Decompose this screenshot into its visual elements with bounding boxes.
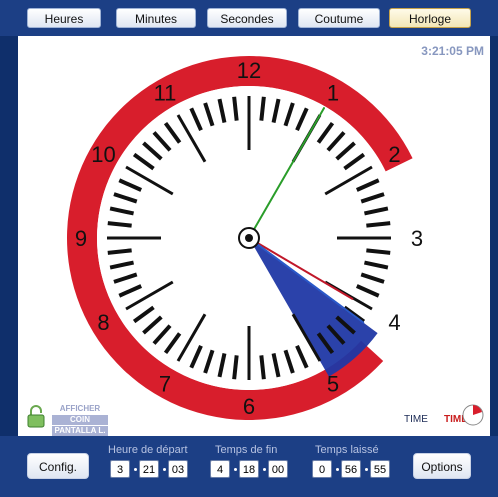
time-left-label: Temps laissé — [315, 444, 379, 456]
clock-stage: 3:21:05 PM 12 1 2 3 4 5 6 7 8 9 10 11 AFFICHER COIN… — [18, 36, 490, 436]
left-hours-field[interactable]: 0 — [312, 460, 332, 478]
time-timer-logo: TIME TIMER — [404, 404, 484, 436]
brand-part1: TIME — [404, 414, 428, 425]
start-seconds-field[interactable]: 03 — [168, 460, 188, 478]
minute-tick — [107, 221, 132, 228]
dial-number: 7 — [159, 371, 171, 396]
brand-clock-icon — [462, 404, 484, 426]
hub-center — [245, 234, 253, 242]
minute-tick — [259, 96, 266, 121]
tab-seconds[interactable]: Secondes — [207, 8, 287, 28]
dial-number: 6 — [243, 394, 255, 419]
tab-hours[interactable]: Heures — [27, 8, 101, 28]
dial-number: 12 — [237, 58, 261, 83]
minute-tick — [232, 355, 239, 380]
dial-number: 2 — [388, 142, 400, 167]
tab-custom[interactable]: Coutume — [298, 8, 380, 28]
end-hours-field[interactable]: 4 — [210, 460, 230, 478]
dial-number: 8 — [97, 310, 109, 335]
minute-tick — [366, 248, 391, 255]
dial-number: 5 — [327, 371, 339, 396]
lock-icon[interactable] — [26, 405, 46, 429]
tab-minutes[interactable]: Minutes — [116, 8, 196, 28]
minute-tick — [232, 96, 239, 121]
analog-clock: 121234567891011 — [67, 56, 423, 421]
lock-label-line3: PANTALLA L. — [52, 426, 108, 436]
end-seconds-field[interactable]: 00 — [268, 460, 288, 478]
dial-number: 1 — [327, 81, 339, 106]
timer-controls: Config. Heure de départ 3 21 03 Temps de… — [0, 436, 498, 497]
mode-tabs: Heures Minutes Secondes Coutume Horloge — [0, 0, 498, 36]
start-minutes-field[interactable]: 21 — [139, 460, 159, 478]
dial-number: 9 — [75, 226, 87, 251]
minute-tick — [259, 355, 266, 380]
dial-number: 4 — [388, 310, 400, 335]
separator-dot — [263, 468, 266, 471]
left-minutes-field[interactable]: 56 — [341, 460, 361, 478]
tab-clock[interactable]: Horloge — [389, 8, 471, 28]
separator-dot — [365, 468, 368, 471]
minute-tick — [107, 248, 132, 255]
end-time-label: Temps de fin — [215, 444, 278, 456]
lock-label-line2: COIN — [52, 415, 108, 425]
corner-display-toggle[interactable]: AFFICHER COIN PANTALLA L. — [52, 404, 108, 436]
separator-dot — [163, 468, 166, 471]
options-button[interactable]: Options — [413, 453, 471, 479]
lock-label-line1: AFFICHER — [59, 404, 101, 413]
separator-dot — [134, 468, 137, 471]
separator-dot — [336, 468, 339, 471]
config-button[interactable]: Config. — [27, 453, 89, 479]
dial-number: 3 — [411, 226, 423, 251]
dial-number: 10 — [91, 142, 115, 167]
dial-number: 11 — [154, 81, 177, 106]
separator-dot — [234, 468, 237, 471]
start-time-label: Heure de départ — [108, 444, 188, 456]
minute-tick — [366, 221, 391, 228]
start-hours-field[interactable]: 3 — [110, 460, 130, 478]
end-minutes-field[interactable]: 18 — [239, 460, 259, 478]
left-seconds-field[interactable]: 55 — [370, 460, 390, 478]
